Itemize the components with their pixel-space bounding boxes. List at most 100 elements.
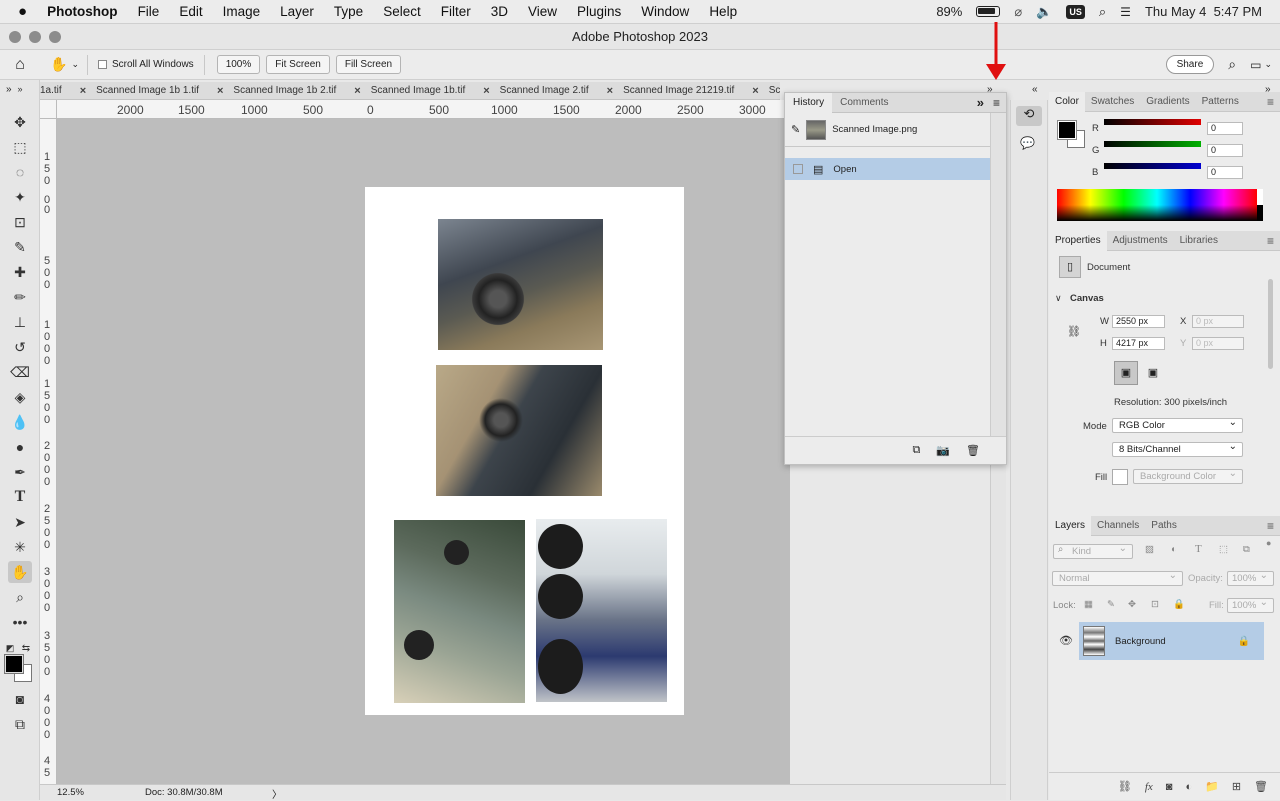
quick-mask-icon[interactable]: ◙ bbox=[8, 688, 32, 710]
green-slider[interactable] bbox=[1104, 141, 1201, 147]
tab-color[interactable]: Color bbox=[1049, 91, 1085, 112]
spotlight-search-icon[interactable]: ⌕ bbox=[1099, 4, 1106, 20]
foreground-color-swatch[interactable] bbox=[4, 654, 24, 674]
black-white-swatch[interactable] bbox=[1257, 189, 1263, 221]
lasso-tool-icon[interactable]: ◌ bbox=[8, 161, 32, 183]
tab-swatches[interactable]: Swatches bbox=[1085, 96, 1140, 107]
vertical-ruler[interactable]: 15000500100015002000250030003500400045 bbox=[40, 119, 57, 784]
volume-icon[interactable]: 🔈 bbox=[1036, 4, 1052, 20]
history-state[interactable]: ▤ Open bbox=[785, 158, 990, 180]
path-selection-tool-icon[interactable]: ➤ bbox=[8, 511, 32, 533]
close-tab-icon[interactable]: × bbox=[607, 85, 613, 97]
workspace-icon[interactable]: ▭ bbox=[1250, 58, 1261, 72]
layer-lock-icon[interactable]: 🔒 bbox=[1238, 636, 1250, 647]
minimize-window-button[interactable] bbox=[29, 31, 41, 43]
tab-channels[interactable]: Channels bbox=[1091, 520, 1145, 531]
portrait-orientation-button[interactable]: ▣ bbox=[1114, 361, 1138, 385]
new-document-from-state-icon[interactable]: ⧉ bbox=[912, 444, 920, 457]
blur-tool-icon[interactable]: 💧 bbox=[8, 411, 32, 433]
camera-icon[interactable]: 📷 bbox=[936, 444, 950, 457]
blend-mode-select[interactable]: Normal bbox=[1052, 569, 1183, 586]
marquee-tool-icon[interactable]: ⬚ bbox=[8, 136, 32, 158]
custom-shape-tool-icon[interactable]: ✳ bbox=[8, 536, 32, 558]
search-icon[interactable]: ⌕ bbox=[1228, 56, 1236, 73]
lock-pixels-icon[interactable]: ✎ bbox=[1107, 599, 1115, 610]
menubar-clock[interactable]: Thu May 4 5:47 PM bbox=[1145, 4, 1262, 19]
tab-patterns[interactable]: Patterns bbox=[1196, 96, 1245, 107]
horizontal-ruler[interactable]: 2000 1500 1000 500 0 500 1000 1500 2000 … bbox=[57, 100, 790, 119]
lock-all-icon[interactable]: 🔒 bbox=[1173, 599, 1185, 610]
width-field[interactable]: 2550 px bbox=[1112, 315, 1165, 328]
crop-tool-icon[interactable]: ⊡ bbox=[8, 211, 32, 233]
y-field[interactable]: 0 px bbox=[1192, 337, 1244, 350]
tab-gradients[interactable]: Gradients bbox=[1140, 96, 1195, 107]
tab-layers[interactable]: Layers bbox=[1049, 515, 1092, 536]
add-mask-icon[interactable]: ◙ bbox=[1166, 781, 1173, 793]
panel-menu-icon[interactable]: ≡ bbox=[1267, 95, 1274, 109]
close-tab-icon[interactable]: × bbox=[483, 85, 489, 97]
chevron-down-icon[interactable]: ⌄ bbox=[1264, 59, 1272, 70]
fill-color-swatch[interactable] bbox=[1112, 469, 1128, 485]
close-window-button[interactable] bbox=[9, 31, 21, 43]
zoom-tool-icon[interactable]: ⌕ bbox=[8, 586, 32, 608]
panel-menu-icon[interactable]: ≡ bbox=[1267, 234, 1274, 248]
menu-help[interactable]: Help bbox=[699, 4, 747, 19]
doc-tab[interactable]: × Scanned Image 1b 2.tif bbox=[217, 85, 354, 97]
doc-tab[interactable]: × Scanned Image 1b.tif bbox=[354, 85, 483, 97]
control-center-icon[interactable]: ☰ bbox=[1120, 5, 1131, 19]
height-field[interactable]: 4217 px bbox=[1112, 337, 1165, 350]
battery-icon[interactable] bbox=[976, 6, 1001, 17]
link-layers-icon[interactable]: ⛓ bbox=[1118, 780, 1132, 793]
opacity-field[interactable]: 100% bbox=[1227, 569, 1274, 586]
eraser-tool-icon[interactable]: ⌫ bbox=[8, 361, 32, 383]
doc-tab[interactable]: × Scanned Image 2.tif bbox=[483, 85, 606, 97]
menu-view[interactable]: View bbox=[518, 4, 567, 19]
red-slider[interactable] bbox=[1104, 119, 1201, 125]
fill-select[interactable]: Background Color bbox=[1133, 467, 1243, 484]
brush-source-icon[interactable]: ✎ bbox=[791, 123, 800, 136]
close-tab-icon[interactable]: × bbox=[80, 85, 86, 97]
properties-scrollbar[interactable] bbox=[1268, 279, 1273, 369]
history-brush-tool-icon[interactable]: ↺ bbox=[8, 336, 32, 358]
menu-3d[interactable]: 3D bbox=[481, 4, 518, 19]
doc-tab[interactable]: × Scanned Image 21219.tif bbox=[607, 85, 753, 97]
bit-depth-select[interactable]: 8 Bits/Channel bbox=[1112, 440, 1243, 457]
menu-layer[interactable]: Layer bbox=[270, 4, 324, 19]
fill-screen-button[interactable]: Fill Screen bbox=[335, 55, 402, 74]
link-icon[interactable]: ⛓ bbox=[1067, 325, 1081, 338]
layer-kind-filter[interactable]: Kind bbox=[1053, 542, 1133, 559]
tab-adjustments[interactable]: Adjustments bbox=[1107, 235, 1174, 246]
type-tool-icon[interactable]: T bbox=[8, 486, 32, 508]
doc-tab[interactable]: 1a.tif bbox=[40, 85, 80, 96]
landscape-orientation-button[interactable]: ▣ bbox=[1143, 363, 1163, 383]
red-value-field[interactable]: 0 bbox=[1207, 122, 1243, 135]
history-scrollbar[interactable] bbox=[990, 113, 1006, 436]
hand-tool-icon[interactable]: ✋ bbox=[8, 561, 32, 583]
more-tools-icon[interactable]: ••• bbox=[8, 611, 32, 633]
color-spectrum-ramp[interactable] bbox=[1057, 189, 1257, 221]
lock-position-icon[interactable]: ✥ bbox=[1128, 599, 1136, 610]
expand-toolbar-icon[interactable]: » bbox=[6, 84, 12, 95]
close-tab-icon[interactable]: × bbox=[217, 85, 223, 97]
layer-fill-field[interactable]: 100% bbox=[1227, 596, 1274, 613]
panel-menu-icon[interactable]: ≡ bbox=[993, 96, 1000, 110]
blue-slider[interactable] bbox=[1104, 163, 1201, 169]
scroll-all-checkbox[interactable] bbox=[97, 60, 107, 69]
collapse-panels-icon[interactable]: « bbox=[1032, 84, 1038, 95]
healing-brush-tool-icon[interactable]: ✚ bbox=[8, 261, 32, 283]
zoom-100-button[interactable]: 100% bbox=[216, 55, 261, 74]
magic-wand-tool-icon[interactable]: ✦ bbox=[8, 186, 32, 208]
menu-plugins[interactable]: Plugins bbox=[567, 4, 631, 19]
chevron-down-icon[interactable]: ∨ bbox=[1055, 293, 1062, 304]
pixel-layer-filter-icon[interactable]: ▨ bbox=[1145, 544, 1154, 555]
trash-icon[interactable]: 🗑 bbox=[1254, 780, 1268, 793]
history-snapshot[interactable]: ✎ Scanned Image.png bbox=[785, 113, 990, 147]
app-menu[interactable]: Photoshop bbox=[37, 4, 128, 19]
trash-icon[interactable]: 🗑 bbox=[966, 444, 980, 457]
tab-libraries[interactable]: Libraries bbox=[1174, 235, 1224, 246]
close-tab-icon[interactable]: × bbox=[752, 85, 758, 97]
mode-select[interactable]: RGB Color bbox=[1112, 416, 1243, 433]
apple-menu-icon[interactable]: ● bbox=[0, 3, 37, 20]
comments-panel-icon[interactable]: 💬 bbox=[1020, 136, 1035, 150]
tab-history[interactable]: History bbox=[785, 92, 833, 113]
